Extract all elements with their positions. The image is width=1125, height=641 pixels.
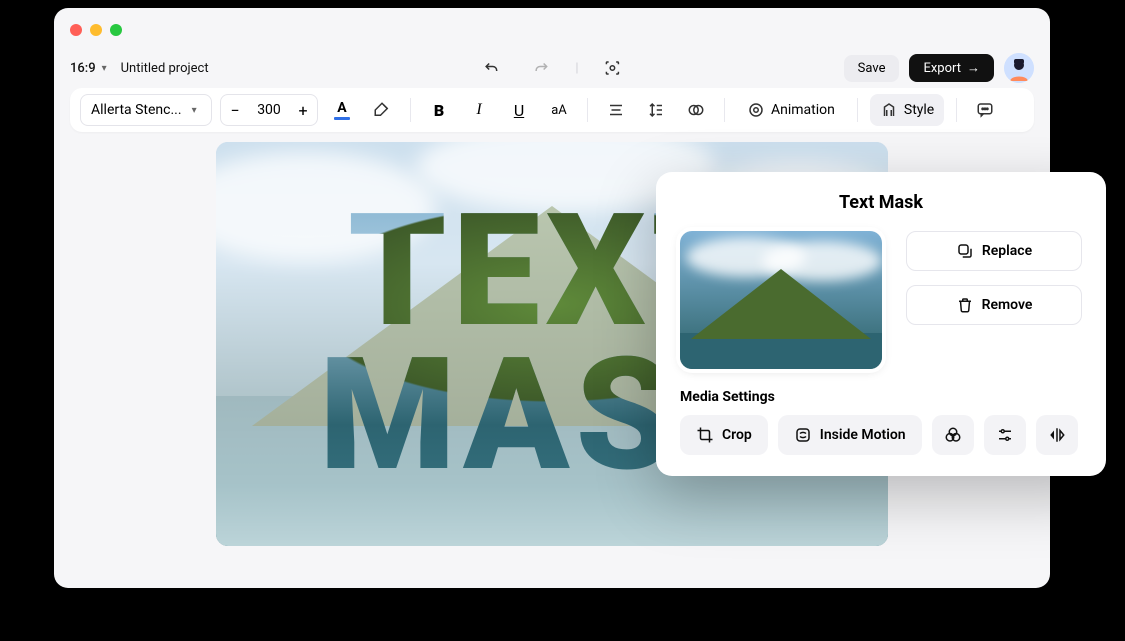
- effects-button[interactable]: [680, 94, 712, 126]
- align-button[interactable]: [600, 94, 632, 126]
- undo-button[interactable]: [475, 52, 507, 84]
- text-case-button[interactable]: aA: [543, 94, 575, 126]
- highlight-button[interactable]: [366, 94, 398, 126]
- overlap-icon: [687, 101, 705, 119]
- aspect-ratio-dropdown[interactable]: 16:9 ▾: [70, 61, 107, 76]
- crop-label: Crop: [722, 427, 752, 443]
- underline-button[interactable]: U: [503, 94, 535, 126]
- redo-icon: [532, 59, 550, 77]
- line-spacing-icon: [647, 101, 665, 119]
- text-color-button[interactable]: A: [326, 94, 358, 126]
- align-icon: [607, 101, 625, 119]
- italic-button[interactable]: I: [463, 94, 495, 126]
- redo-button[interactable]: [525, 52, 557, 84]
- save-button[interactable]: Save: [844, 55, 900, 82]
- export-button[interactable]: Export →: [909, 54, 994, 82]
- replace-button[interactable]: Replace: [906, 231, 1082, 271]
- font-family-value: Allerta Stenc...: [91, 102, 182, 118]
- sliders-icon: [996, 426, 1014, 444]
- minimize-window-button[interactable]: [90, 24, 102, 36]
- window-controls: [70, 24, 122, 36]
- style-icon: [880, 101, 898, 119]
- style-button[interactable]: Style: [870, 94, 944, 126]
- crop-button[interactable]: Crop: [680, 415, 768, 455]
- remove-label: Remove: [982, 297, 1033, 313]
- motion-icon: [794, 426, 812, 444]
- separator: |: [575, 61, 578, 76]
- fullscreen-window-button[interactable]: [110, 24, 122, 36]
- style-label: Style: [904, 102, 934, 118]
- text-color-icon: A: [334, 100, 350, 120]
- divider: [410, 98, 411, 122]
- window-titlebar: [54, 8, 1050, 52]
- media-settings-label: Media Settings: [680, 389, 1082, 405]
- center-controls: |: [475, 52, 628, 84]
- export-label: Export: [923, 61, 961, 76]
- undo-icon: [482, 59, 500, 77]
- animation-icon: [747, 101, 765, 119]
- color-filter-button[interactable]: [932, 415, 974, 455]
- flip-icon: [1048, 426, 1066, 444]
- color-filter-icon: [944, 426, 962, 444]
- chat-button[interactable]: [969, 94, 1001, 126]
- highlight-icon: [373, 101, 391, 119]
- inside-motion-button[interactable]: Inside Motion: [778, 415, 922, 455]
- divider: [857, 98, 858, 122]
- user-avatar[interactable]: [1004, 53, 1034, 83]
- chevron-down-icon: ▾: [192, 105, 197, 116]
- divider: [956, 98, 957, 122]
- chat-icon: [976, 101, 994, 119]
- font-size-stepper: − +: [220, 94, 318, 126]
- replace-label: Replace: [982, 243, 1032, 259]
- top-bar: 16:9 ▾ Untitled project | S: [54, 52, 1050, 84]
- scan-button[interactable]: [597, 52, 629, 84]
- right-controls: Save Export →: [844, 53, 1034, 83]
- adjust-button[interactable]: [984, 415, 1026, 455]
- trash-icon: [956, 296, 974, 314]
- format-toolbar: Allerta Stenc... ▾ − + A B I U aA: [70, 88, 1034, 132]
- animation-button[interactable]: Animation: [737, 94, 845, 126]
- font-size-decrease[interactable]: −: [221, 95, 249, 125]
- font-family-dropdown[interactable]: Allerta Stenc... ▾: [80, 94, 212, 126]
- animation-label: Animation: [771, 102, 835, 118]
- project-title[interactable]: Untitled project: [121, 61, 209, 76]
- crop-icon: [696, 426, 714, 444]
- font-size-increase[interactable]: +: [289, 95, 317, 125]
- bold-button[interactable]: B: [423, 94, 455, 126]
- panel-title: Text Mask: [680, 192, 1082, 213]
- font-size-input[interactable]: [249, 102, 289, 118]
- remove-button[interactable]: Remove: [906, 285, 1082, 325]
- text-mask-panel: Text Mask Replace Remove Media Settings: [656, 172, 1106, 476]
- mask-media-thumbnail[interactable]: [680, 231, 882, 369]
- close-window-button[interactable]: [70, 24, 82, 36]
- chevron-down-icon: ▾: [102, 63, 107, 74]
- scan-icon: [604, 59, 622, 77]
- aspect-ratio-value: 16:9: [70, 61, 96, 76]
- inside-motion-label: Inside Motion: [820, 427, 906, 443]
- flip-button[interactable]: [1036, 415, 1078, 455]
- arrow-right-icon: →: [967, 60, 980, 76]
- line-spacing-button[interactable]: [640, 94, 672, 126]
- divider: [724, 98, 725, 122]
- divider: [587, 98, 588, 122]
- replace-icon: [956, 242, 974, 260]
